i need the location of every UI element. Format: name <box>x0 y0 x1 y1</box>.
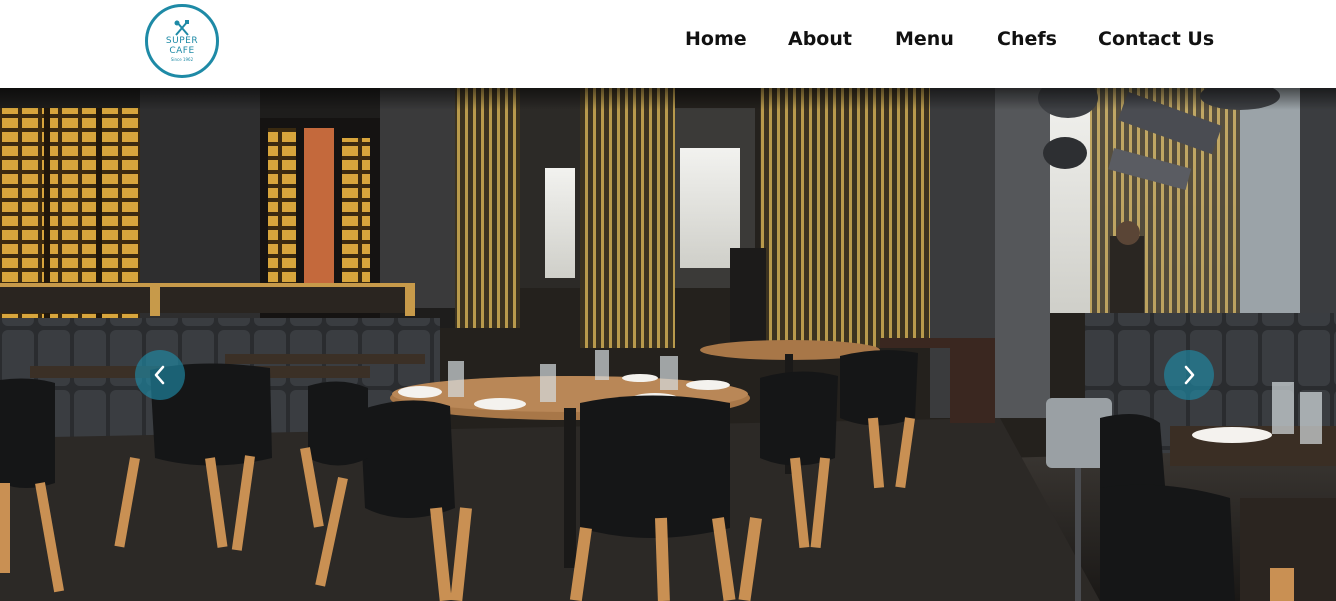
restaurant-interior-photo <box>0 88 1336 601</box>
site-header: SUPER CAFE Since 1962 Home About Menu Ch… <box>0 0 1336 88</box>
chevron-left-icon <box>154 365 165 385</box>
carousel-next-button[interactable] <box>1164 350 1214 400</box>
hero-carousel <box>0 88 1336 601</box>
header-shadow <box>0 88 1336 110</box>
nav-menu-link[interactable]: Menu <box>895 28 954 50</box>
nav-about-link[interactable]: About <box>788 28 852 50</box>
chevron-right-icon <box>1184 365 1195 385</box>
brand-since: Since 1962 <box>170 57 194 62</box>
nav-chefs-link[interactable]: Chefs <box>997 28 1057 50</box>
nav-contact-link[interactable]: Contact Us <box>1098 28 1214 50</box>
carousel-prev-button[interactable] <box>135 350 185 400</box>
nav-home-link[interactable]: Home <box>685 28 747 50</box>
main-nav: Home About Menu Chefs Contact Us <box>0 28 1336 54</box>
